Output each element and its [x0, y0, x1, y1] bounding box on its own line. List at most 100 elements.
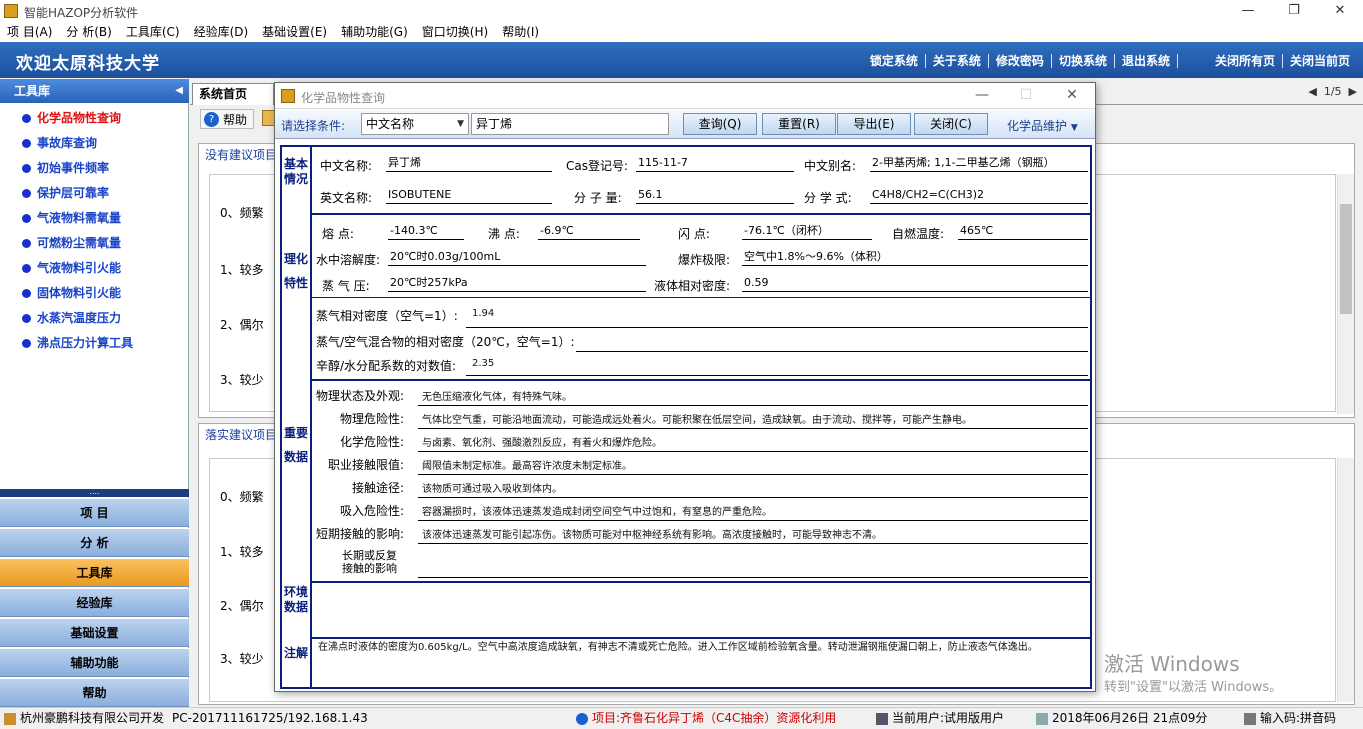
underline — [418, 474, 1088, 475]
bullet-icon — [22, 189, 31, 198]
nav-basic-settings-button[interactable]: 基础设置 — [0, 618, 189, 647]
exit-system-link[interactable]: 退出系统 — [1114, 54, 1178, 68]
nav-help-button[interactable]: 帮助 — [0, 678, 189, 707]
nav-aux-button[interactable]: 辅助功能 — [0, 648, 189, 677]
collapse-arrow-icon[interactable]: ◀ — [175, 79, 183, 103]
chem-maintain-menu[interactable]: 化学品维护 ▼ — [1007, 117, 1078, 134]
kow-value: 2.35 — [472, 358, 495, 369]
info-icon — [576, 712, 588, 725]
sidebar-item-gas-oxygen[interactable]: 气液物料需氧量 — [22, 208, 187, 228]
about-system-link[interactable]: 关于系统 — [925, 54, 989, 68]
sidebar-item-init-freq[interactable]: 初始事件频率 — [22, 158, 187, 178]
chevron-down-icon: ▼ — [457, 119, 464, 129]
section-basic-label: 基本情况 — [282, 147, 312, 213]
status-pc: PC-201711161725/192.168.1.43 — [172, 711, 368, 725]
sidebar-item-chem-query[interactable]: 化学品物性查询 — [22, 108, 187, 128]
dialog-title-bar: 化学品物性查询 — ☐ ✕ — [275, 83, 1095, 109]
divider — [312, 379, 1090, 381]
cn-name-label: 中文名称: — [320, 159, 373, 173]
underline — [418, 497, 1088, 498]
cas-label: Cas登记号: — [566, 159, 629, 173]
close-all-pages-link[interactable]: 关闭所有页 — [1207, 54, 1283, 68]
app-logo-icon — [4, 4, 18, 18]
formula-label: 分 学 式: — [804, 191, 852, 205]
kow-label: 辛醇/水分配系数的对数值: — [316, 359, 457, 373]
short-term-label: 短期接触的影响: — [316, 527, 405, 541]
menu-project[interactable]: 项 目(A) — [0, 22, 59, 42]
menu-analysis[interactable]: 分 析(B) — [59, 22, 118, 42]
vapor-density-label: 蒸气相对密度（空气=1）: — [316, 309, 458, 323]
row-label: 1、较多 — [220, 545, 264, 559]
sidebar-item-boiling[interactable]: 沸点压力计算工具 — [22, 333, 187, 353]
sidebar-item-protect-layer[interactable]: 保护层可靠率 — [22, 183, 187, 203]
mp-value: -140.3℃ — [388, 223, 464, 240]
nav-analysis-button[interactable]: 分 析 — [0, 528, 189, 557]
menu-toolbox[interactable]: 工具库(C) — [119, 22, 187, 42]
dialog-close-button[interactable]: ✕ — [1057, 87, 1087, 103]
vertical-scrollbar[interactable] — [1337, 174, 1354, 414]
help-button[interactable]: ? 帮助 — [200, 109, 255, 129]
switch-system-link[interactable]: 切换系统 — [1051, 54, 1115, 68]
phys-hazard-label: 物理危险性: — [340, 412, 405, 426]
export-button[interactable]: 导出(E) — [837, 113, 911, 135]
underline — [418, 520, 1088, 521]
section-important-label: 重要数据 — [282, 379, 312, 581]
en-name-label: 英文名称: — [320, 191, 373, 205]
section-note-label: 注解 — [282, 637, 312, 687]
vertical-scrollbar[interactable] — [1337, 458, 1354, 702]
exposure-route-label: 接触途径: — [352, 481, 405, 495]
minimize-button[interactable]: — — [1225, 0, 1271, 22]
cas-value: 115-11-7 — [636, 155, 794, 172]
dialog-logo-icon — [281, 89, 295, 103]
prev-page-icon[interactable]: ◀ — [1308, 85, 1323, 98]
menu-experience[interactable]: 经验库(D) — [187, 22, 256, 42]
underline — [466, 375, 1088, 376]
sidebar-item-dust-oxygen[interactable]: 可燃粉尘需氧量 — [22, 233, 187, 253]
menu-window[interactable]: 窗口切换(H) — [415, 22, 495, 42]
alias-value: 2-甲基丙烯; 1,1-二甲基乙烯（钢瓶） — [870, 155, 1088, 172]
mix-density-label: 蒸气/空气混合物的相对密度（20℃，空气=1）: — [316, 335, 575, 349]
next-page-icon[interactable]: ▶ — [1342, 85, 1357, 98]
lock-system-link[interactable]: 锁定系统 — [862, 54, 926, 68]
nav-experience-button[interactable]: 经验库 — [0, 588, 189, 617]
autoignition-label: 自燃温度: — [892, 227, 945, 241]
sidebar-item-gas-ignition[interactable]: 气液物料引火能 — [22, 258, 187, 278]
inhalation-hazard-label: 吸入危险性: — [340, 504, 405, 518]
solubility-label: 水中溶解度: — [316, 253, 381, 267]
search-input[interactable]: 异丁烯 — [471, 113, 669, 135]
panel-title: 落实建议项目 — [205, 428, 278, 442]
scroll-thumb[interactable] — [1340, 204, 1352, 314]
sidebar: 工具库 ◀ 化学品物性查询 事故库查询 初始事件频率 保护层可靠率 气液物料需氧量… — [0, 79, 189, 707]
status-company: 杭州豪鹏科技有限公司开发 — [4, 708, 164, 728]
change-password-link[interactable]: 修改密码 — [988, 54, 1052, 68]
condition-select[interactable]: 中文名称 ▼ — [361, 113, 469, 135]
underline — [418, 405, 1088, 406]
status-project: 项目:齐鲁石化异丁烯（C4C抽余）资源化利用 — [576, 708, 836, 728]
menu-help[interactable]: 帮助(I) — [495, 22, 546, 42]
row-label: 2、偶尔 — [220, 599, 264, 613]
query-button[interactable]: 查询(Q) — [683, 113, 757, 135]
tab-home[interactable]: 系统首页 — [192, 83, 274, 105]
menu-aux[interactable]: 辅助功能(G) — [334, 22, 415, 42]
dialog-minimize-button[interactable]: — — [967, 87, 997, 103]
app-title: 智能HAZOP分析软件 — [24, 6, 139, 20]
sidebar-item-steam[interactable]: 水蒸汽温度压力 — [22, 308, 187, 328]
close-dialog-button[interactable]: 关闭(C) — [914, 113, 988, 135]
sidebar-item-accident[interactable]: 事故库查询 — [22, 133, 187, 153]
row-label: 3、较少 — [220, 652, 264, 666]
underline — [466, 327, 1088, 328]
panel-title: 没有建议项目 — [205, 148, 278, 162]
explosion-limit-label: 爆炸极限: — [678, 253, 731, 267]
bp-value: -6.9℃ — [538, 223, 640, 240]
dialog-maximize-button[interactable]: ☐ — [1011, 87, 1041, 103]
sidebar-item-solid-ignition[interactable]: 固体物料引火能 — [22, 283, 187, 303]
menu-basic-settings[interactable]: 基础设置(E) — [255, 22, 334, 42]
maximize-button[interactable]: ❐ — [1271, 0, 1317, 22]
close-button[interactable]: ✕ — [1317, 0, 1363, 22]
nav-project-button[interactable]: 项 目 — [0, 498, 189, 527]
reset-button[interactable]: 重置(R) — [762, 113, 836, 135]
nav-toolbox-button[interactable]: 工具库 — [0, 558, 189, 587]
close-current-page-link[interactable]: 关闭当前页 — [1283, 54, 1357, 68]
note-text: 在沸点时液体的密度为0.605kg/L。空气中高浓度造成缺氧，有神志不清或死亡危… — [318, 642, 1038, 653]
sidebar-splitter[interactable]: .... — [0, 488, 189, 497]
